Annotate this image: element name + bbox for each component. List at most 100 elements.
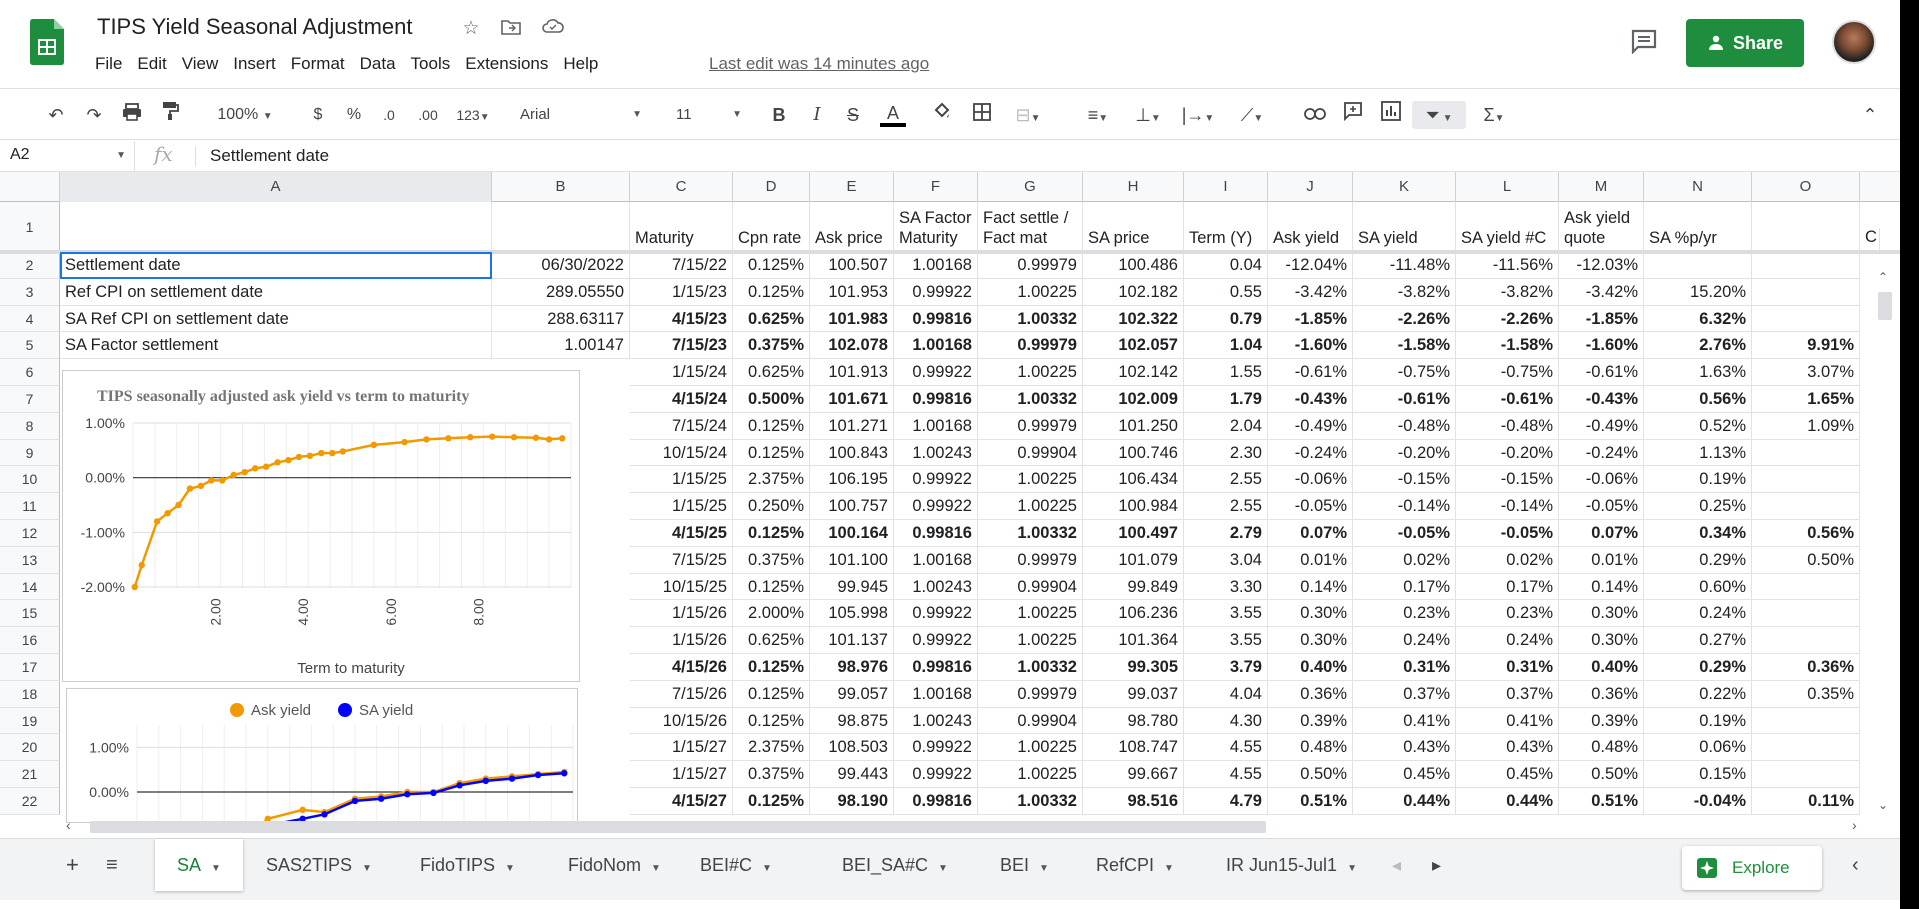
vertical-align-icon[interactable]: ⊥▼ [1128,101,1168,129]
table-cell[interactable]: 1.00332 [978,305,1083,333]
table-cell[interactable]: 0.500% [733,386,810,413]
row-header[interactable]: 14 [0,573,60,601]
table-cell[interactable]: 0.43% [1456,734,1559,762]
table-cell[interactable]: 101.953 [810,278,894,306]
table-cell[interactable]: 1/15/25 [630,493,733,520]
chart-yield-vs-term[interactable]: 1.00% 0.00% -1.00% -2.00% 2.00 4.00 6.00 8.00 TI… [62,370,580,682]
table-cell[interactable]: 0.41% [1456,707,1559,735]
table-cell[interactable]: 0.36% [1752,654,1860,681]
label-cell[interactable]: Ref CPI on settlement date [60,278,492,306]
table-cell[interactable]: 0.99922 [894,761,978,788]
table-cell[interactable]: -1.58% [1353,332,1456,360]
table-cell[interactable]: 1/15/27 [630,734,733,762]
table-cell[interactable]: 0.31% [1353,654,1456,681]
scroll-right-icon[interactable]: › [1852,817,1857,833]
table-cell[interactable]: 0.34% [1644,520,1752,547]
table-cell[interactable]: 0.48% [1559,734,1644,762]
column-label[interactable]: Cpn rate [733,202,810,252]
table-cell[interactable]: 101.250 [1083,412,1184,440]
paint-format-icon[interactable] [158,101,182,129]
table-cell[interactable]: 98.190 [810,788,894,815]
table-cell[interactable]: 1.00225 [978,359,1083,386]
table-cell[interactable] [1752,252,1860,279]
row-header[interactable]: 4 [0,305,60,333]
table-cell[interactable]: 99.037 [1083,680,1184,708]
table-cell[interactable]: 0.36% [1268,680,1353,708]
column-label[interactable] [492,202,630,252]
table-cell[interactable]: 7/15/25 [630,546,733,574]
table-cell[interactable]: 0.99922 [894,466,978,494]
add-sheet-icon[interactable]: + [66,839,79,891]
insert-link-icon[interactable] [1302,101,1328,129]
row-header[interactable]: 21 [0,761,60,788]
table-cell[interactable]: 0.99979 [978,412,1083,440]
table-cell[interactable]: -0.49% [1559,412,1644,440]
table-cell[interactable]: 2.30 [1184,439,1268,467]
table-cell[interactable]: 0.51% [1559,788,1644,815]
table-cell[interactable]: 2.000% [733,600,810,628]
table-cell[interactable]: 0.250% [733,493,810,520]
table-cell[interactable]: 99.057 [810,680,894,708]
table-cell[interactable]: -0.43% [1559,386,1644,413]
row-header[interactable]: 15 [0,600,60,628]
bold-button[interactable]: B [768,101,790,129]
table-cell[interactable]: 7/15/24 [630,412,733,440]
all-sheets-icon[interactable]: ≡ [106,839,118,891]
select-all-corner[interactable] [0,172,60,202]
table-cell[interactable]: -0.48% [1456,412,1559,440]
table-cell[interactable] [1752,493,1860,520]
table-cell[interactable]: -3.42% [1559,278,1644,306]
functions-icon[interactable]: Σ▼ [1474,101,1514,129]
tab-ir-jun15-jul1[interactable]: IR Jun15-Jul1 ▼ [1226,839,1374,891]
table-cell[interactable]: 3.55 [1184,627,1268,654]
table-cell[interactable]: 4.79 [1184,788,1268,815]
table-cell[interactable]: 0.37% [1353,680,1456,708]
filter-icon[interactable]: ⏷ ▼ [1412,101,1466,129]
column-header[interactable]: F [894,172,978,202]
currency-format-button[interactable]: $ [308,101,328,129]
row-header[interactable]: 19 [0,707,60,735]
table-cell[interactable]: 1.79 [1184,386,1268,413]
table-cell[interactable]: 1.00168 [894,680,978,708]
last-edit-link[interactable]: Last edit was 14 minutes ago [709,54,929,74]
table-cell[interactable]: 0.37% [1456,680,1559,708]
table-cell[interactable]: 0.125% [733,788,810,815]
table-cell[interactable]: 0.625% [733,627,810,654]
avatar[interactable] [1832,20,1876,64]
table-cell[interactable]: 0.01% [1559,546,1644,574]
row-header[interactable]: 10 [0,466,60,494]
table-cell[interactable]: 99.849 [1083,573,1184,601]
scroll-up-icon[interactable]: ⌃ [1878,270,1892,284]
table-cell[interactable]: 4/15/23 [630,305,733,333]
table-cell[interactable]: 4.55 [1184,734,1268,762]
menu-file[interactable]: File [95,54,132,74]
table-cell[interactable]: 3.04 [1184,546,1268,574]
table-cell[interactable]: 0.99979 [978,252,1083,279]
table-cell[interactable]: 101.137 [810,627,894,654]
table-cell[interactable]: 0.99922 [894,493,978,520]
chart-ask-vs-sa-yield[interactable]: 1.00%0.00%-1.00%Ask yieldSA yield [66,688,578,863]
table-cell[interactable]: 1.00332 [978,520,1083,547]
increase-decimal-button[interactable]: .00 [412,101,444,129]
table-cell[interactable]: 0.56% [1752,520,1860,547]
table-cell[interactable]: 0.99922 [894,734,978,762]
scrollbar-thumb[interactable] [1878,292,1892,320]
table-cell[interactable]: -1.85% [1268,305,1353,333]
table-cell[interactable]: 0.125% [733,439,810,467]
table-cell[interactable]: 0.07% [1268,520,1353,547]
table-cell[interactable]: -0.05% [1456,520,1559,547]
menu-format[interactable]: Format [291,54,355,74]
tab-bei-sa-c[interactable]: BEI_SA#C ▼ [842,839,948,891]
scroll-tabs-left-icon[interactable]: ◂ [1392,839,1401,891]
table-cell[interactable]: 0.02% [1353,546,1456,574]
row-header[interactable]: 7 [0,386,60,413]
table-cell[interactable]: 0.625% [733,305,810,333]
text-color-button[interactable]: A [880,101,906,127]
column-label[interactable]: SA %p/yr [1644,202,1752,252]
table-cell[interactable]: 0.39% [1268,707,1353,735]
table-cell[interactable]: 99.945 [810,573,894,601]
table-cell[interactable]: -12.04% [1268,252,1353,279]
scroll-down-icon[interactable]: ⌄ [1878,798,1892,812]
name-box[interactable]: A2 ▼ [0,141,135,172]
column-label[interactable]: SA yield [1353,202,1456,252]
